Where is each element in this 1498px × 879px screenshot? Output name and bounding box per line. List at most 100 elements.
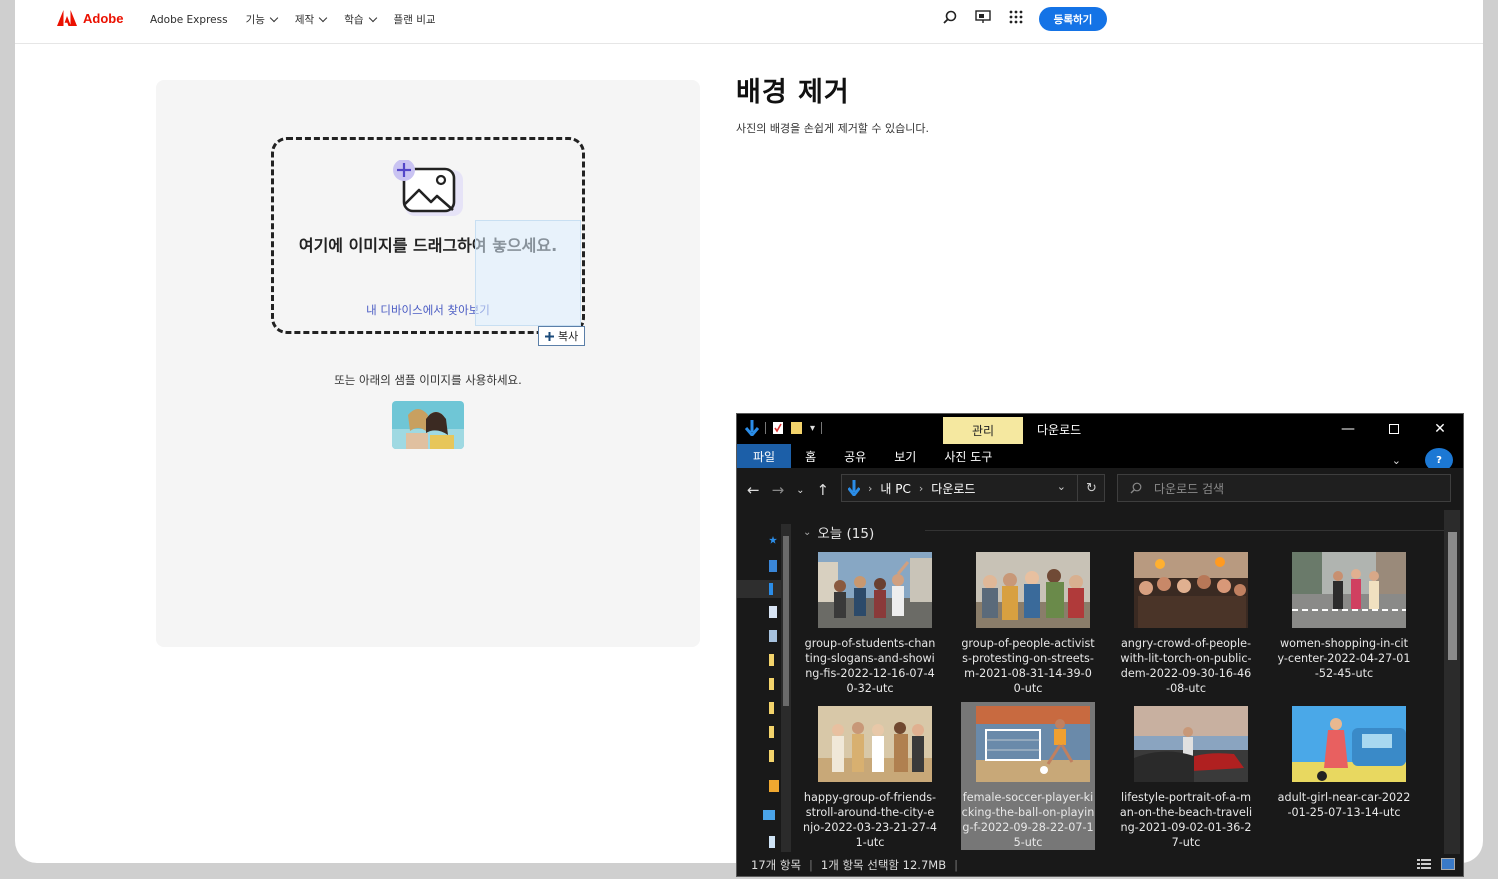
chevron-down-icon: [269, 13, 279, 22]
navigation-buttons: ← → ⌄ ↑: [747, 481, 829, 499]
nav-selected-row[interactable]: [737, 580, 781, 598]
nav-link-label: 학습: [344, 14, 364, 26]
minimize-button[interactable]: —: [1325, 414, 1371, 444]
tab-home[interactable]: 홈: [791, 444, 830, 468]
navpane-scroll-thumb[interactable]: [783, 536, 789, 706]
file-thumbnail: [818, 706, 932, 782]
file-item[interactable]: women-shopping-in-city-center-2022-04-27…: [1277, 548, 1411, 696]
properties-icon[interactable]: [772, 421, 784, 435]
file-thumbnail: [976, 552, 1090, 628]
new-folder-icon[interactable]: [790, 421, 804, 435]
details-view-icon[interactable]: [1417, 858, 1431, 870]
ribbon-tabs: 파일 홈 공유 보기 사진 도구 ⌄ ?: [737, 444, 1463, 472]
file-name: adult-girl-near-car-2022-01-25-07-13-14-…: [1277, 791, 1411, 819]
pictures-icon[interactable]: [769, 630, 777, 642]
large-icons-view-icon[interactable]: [1441, 858, 1455, 870]
nav-icons: [943, 10, 1023, 24]
folder-icon[interactable]: [769, 726, 774, 738]
nav-link-compare-plans[interactable]: 플랜 비교: [394, 12, 436, 27]
status-bar: 17개 항목 | 1개 항목 선택함 12.7MB |: [737, 854, 1463, 876]
toolbar-separator: [765, 422, 766, 434]
plus-icon: [545, 331, 554, 341]
file-item[interactable]: angry-crowd-of-people-with-lit-torch-on-…: [1119, 548, 1253, 696]
breadcrumb-this-pc[interactable]: 내 PC: [880, 480, 910, 497]
file-name: happy-group-of-friends-stroll-around-the…: [803, 791, 938, 849]
drive-icon[interactable]: [769, 836, 775, 848]
folder-icon[interactable]: [769, 750, 774, 762]
group-header-today[interactable]: ⌄ 오늘 (15): [803, 522, 874, 542]
file-item[interactable]: adult-girl-near-car-2022-01-25-07-13-14-…: [1277, 702, 1411, 850]
folder-icon[interactable]: [769, 678, 774, 690]
file-name: group-of-people-activists-protesting-on-…: [961, 637, 1095, 695]
tab-file[interactable]: 파일: [737, 444, 792, 468]
nav-link-features[interactable]: 기능: [245, 12, 279, 27]
nav-link-create[interactable]: 제작: [294, 12, 328, 27]
quick-access-star-icon[interactable]: [769, 534, 777, 546]
maximize-button[interactable]: [1371, 414, 1417, 444]
present-icon[interactable]: [975, 10, 991, 24]
file-list-scroll-thumb[interactable]: [1448, 532, 1457, 660]
file-list: ⌄ 오늘 (15) group-of-students-chanting-slo…: [795, 510, 1455, 854]
address-dropdown-icon[interactable]: ⌄: [1057, 480, 1066, 493]
folder-icon[interactable]: [769, 702, 774, 714]
breadcrumb-downloads[interactable]: 다운로드: [931, 480, 975, 497]
top-navigation: Adobe Adobe Express 기능 제작 학습 플랜 비교 등록하기: [15, 0, 1483, 44]
search-icon[interactable]: [943, 10, 957, 24]
recent-locations-icon[interactable]: ⌄: [796, 485, 804, 496]
sample-image-thumbnail[interactable]: [392, 401, 464, 449]
file-item-selected[interactable]: female-soccer-player-kicking-the-ball-on…: [961, 702, 1095, 850]
refresh-icon: ↻: [1086, 480, 1097, 496]
nav-link-learn[interactable]: 학습: [344, 12, 377, 27]
signup-button[interactable]: 등록하기: [1039, 7, 1107, 31]
file-thumbnail: [1134, 552, 1248, 628]
status-separator: |: [809, 858, 813, 872]
tab-picture-tools[interactable]: 사진 도구: [930, 444, 1006, 468]
navigation-pane: [737, 510, 793, 854]
file-name: group-of-students-chanting-slogans-and-s…: [804, 637, 936, 695]
toolbar-separator: [821, 422, 823, 434]
file-item[interactable]: happy-group-of-friends-stroll-around-the…: [803, 702, 937, 850]
apps-grid-icon[interactable]: [1009, 10, 1023, 24]
chevron-down-icon: [368, 13, 377, 22]
file-name: lifestyle-portrait-of-a-man-on-the-beach…: [1119, 791, 1253, 849]
adobe-icon: [57, 10, 77, 26]
refresh-button[interactable]: ↻: [1077, 474, 1105, 502]
manage-contextual-tab[interactable]: 관리: [943, 417, 1023, 444]
drag-preview-ghost: [475, 220, 581, 326]
adobe-logo[interactable]: Adobe: [57, 10, 123, 26]
nav-links: Adobe Express 기능 제작 학습 플랜 비교: [150, 12, 436, 27]
desktop-icon[interactable]: [769, 560, 777, 572]
nav-link-adobe-express[interactable]: Adobe Express: [150, 12, 228, 27]
folder-icon[interactable]: [769, 654, 774, 666]
drag-copy-badge: 복사: [538, 326, 586, 346]
maximize-icon: [1389, 424, 1399, 434]
up-arrow-icon[interactable]: ↑: [817, 481, 830, 499]
address-box[interactable]: › 내 PC › 다운로드 ⌄ ↻: [841, 474, 1105, 502]
file-item[interactable]: group-of-students-chanting-slogans-and-s…: [803, 548, 937, 696]
explorer-titlebar[interactable]: ▾ 관리 다운로드 — ✕: [737, 414, 1463, 444]
download-folder-icon: [848, 480, 860, 496]
documents-icon[interactable]: [769, 606, 777, 618]
customize-toolbar-icon[interactable]: ▾: [810, 423, 815, 434]
back-arrow-icon[interactable]: ←: [747, 481, 760, 499]
file-thumbnail: [976, 706, 1090, 782]
tab-share[interactable]: 공유: [830, 444, 880, 468]
nav-link-label: 기능: [245, 14, 265, 26]
file-item[interactable]: group-of-people-activists-protesting-on-…: [961, 548, 1095, 696]
tab-view[interactable]: 보기: [880, 444, 930, 468]
creative-cloud-icon[interactable]: [769, 780, 779, 792]
downloads-nav-icon: [769, 583, 773, 595]
breadcrumb-separator-icon: ›: [918, 481, 924, 495]
this-pc-icon[interactable]: [763, 810, 775, 820]
file-name: female-soccer-player-kicking-the-ball-on…: [961, 791, 1095, 849]
file-thumbnail: [1292, 552, 1406, 628]
nav-link-label: 제작: [294, 14, 315, 26]
window-controls: — ✕: [1325, 414, 1463, 444]
upload-panel: 여기에 이미지를 드래그하여 놓으세요. 내 디바이스에서 찾아보기 복사 또는…: [156, 80, 700, 647]
address-bar-row: ← → ⌄ ↑ › 내 PC › 다운로드 ⌄ ↻ 다운로드 검색: [737, 468, 1463, 510]
close-button[interactable]: ✕: [1417, 414, 1463, 444]
explorer-window-title: 다운로드: [1037, 423, 1082, 437]
search-box[interactable]: 다운로드 검색: [1117, 474, 1451, 502]
file-item[interactable]: lifestyle-portrait-of-a-man-on-the-beach…: [1119, 702, 1253, 850]
forward-arrow-icon[interactable]: →: [772, 481, 785, 499]
